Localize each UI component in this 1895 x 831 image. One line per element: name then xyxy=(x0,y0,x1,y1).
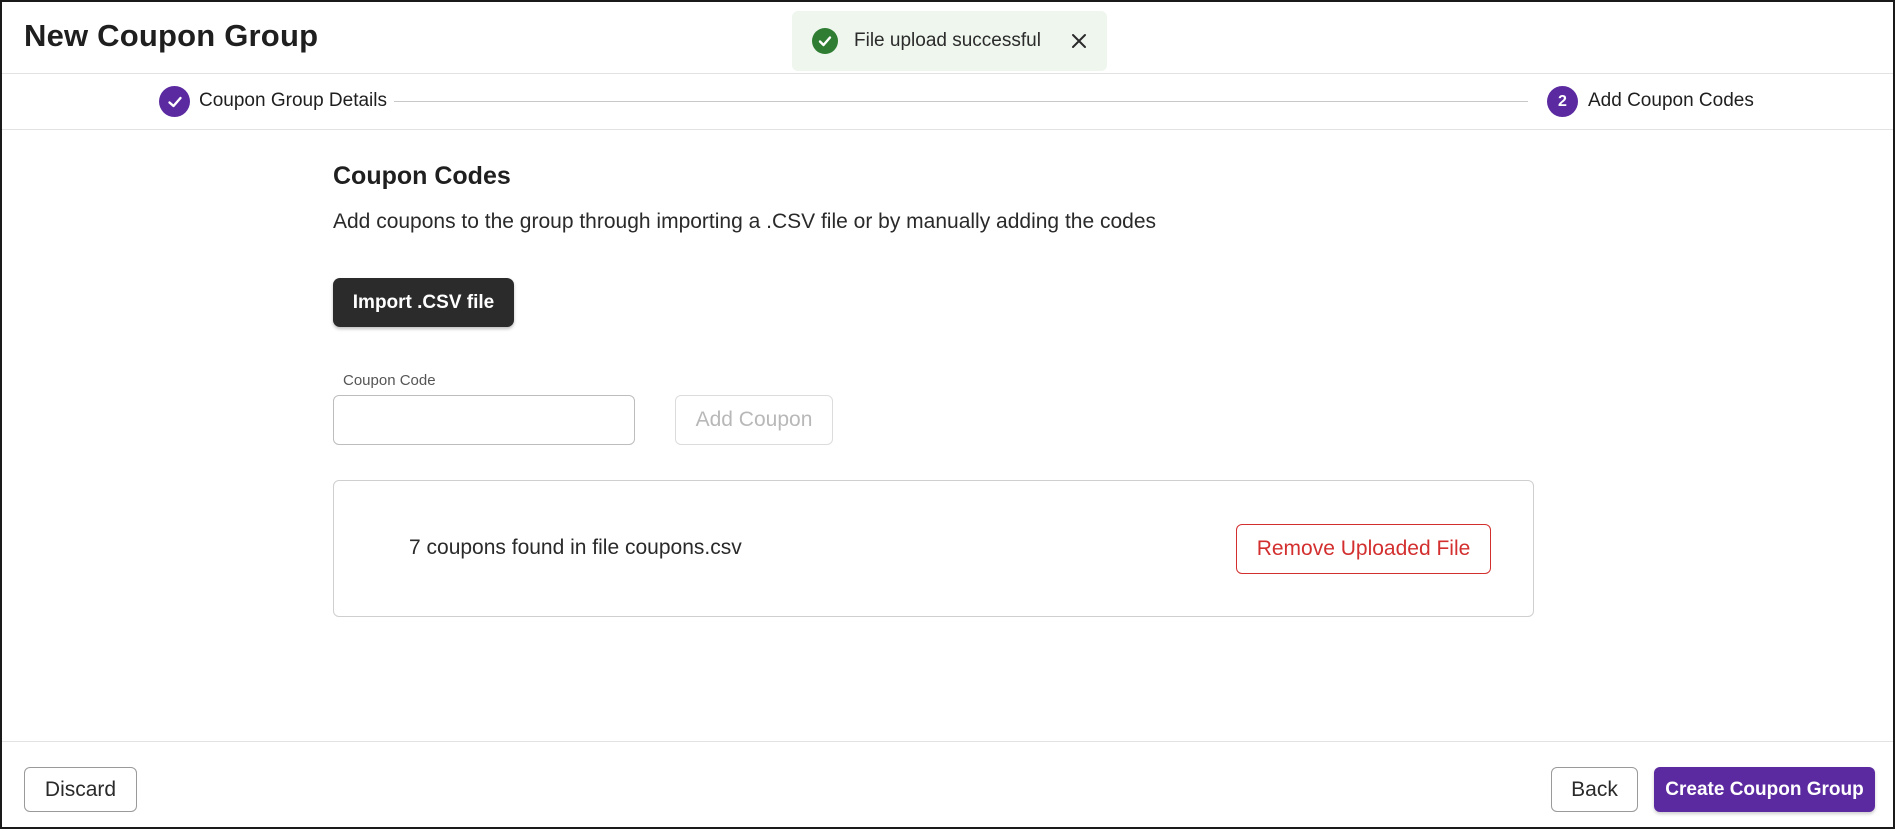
section-title: Coupon Codes xyxy=(333,162,511,190)
coupon-code-label: Coupon Code xyxy=(343,372,436,389)
step-label-coupon-group-details: Coupon Group Details xyxy=(199,90,387,111)
toast-message: File upload successful xyxy=(854,30,1041,51)
discard-button[interactable]: Discard xyxy=(24,767,137,812)
stepper: Coupon Group Details 2 Add Coupon Codes xyxy=(2,74,1893,130)
page-title: New Coupon Group xyxy=(24,18,319,53)
close-icon[interactable] xyxy=(1069,31,1089,51)
check-circle-icon xyxy=(812,28,838,54)
step-connector xyxy=(394,101,1528,102)
back-button[interactable]: Back xyxy=(1551,767,1638,812)
page-footer: Discard Back Create Coupon Group xyxy=(2,741,1893,831)
coupon-code-input[interactable] xyxy=(333,395,635,445)
add-coupon-button[interactable]: Add Coupon xyxy=(675,395,833,445)
section-description: Add coupons to the group through importi… xyxy=(333,210,1157,233)
step-complete-icon xyxy=(159,86,190,117)
success-toast: File upload successful xyxy=(792,11,1107,71)
step-number-badge: 2 xyxy=(1547,86,1578,117)
uploaded-file-panel: 7 coupons found in file coupons.csv Remo… xyxy=(333,480,1534,617)
import-csv-button[interactable]: Import .CSV file xyxy=(333,278,514,327)
step-label-add-coupon-codes: Add Coupon Codes xyxy=(1588,90,1754,111)
app-window: New Coupon Group File upload successful … xyxy=(0,0,1895,829)
file-summary-text: 7 coupons found in file coupons.csv xyxy=(409,536,742,559)
create-coupon-group-button[interactable]: Create Coupon Group xyxy=(1654,767,1875,812)
remove-uploaded-file-button[interactable]: Remove Uploaded File xyxy=(1236,524,1491,574)
